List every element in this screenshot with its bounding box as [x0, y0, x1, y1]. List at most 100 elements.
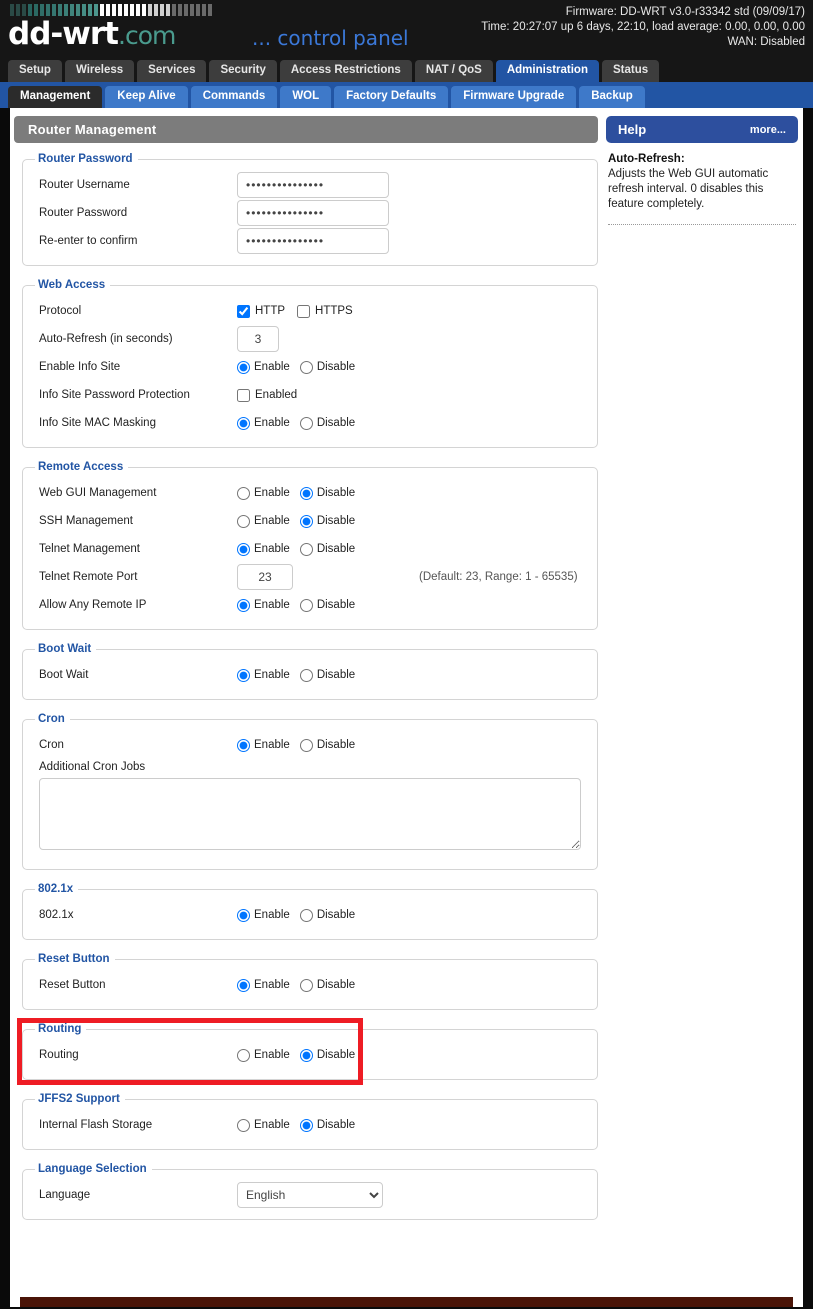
routing-radio-group[interactable]: Enable Disable: [237, 1048, 587, 1062]
router-username-input[interactable]: [237, 172, 389, 198]
macmask-enable-radio[interactable]: [237, 416, 250, 430]
label-router-password: Router Password: [39, 207, 128, 219]
infosite-disable-radio[interactable]: [299, 360, 313, 374]
protocol-https-checkbox[interactable]: [297, 304, 311, 318]
logo-bar-segment: [106, 4, 110, 16]
infosite-enable-option[interactable]: Enable: [237, 360, 290, 374]
secondary-tab-management[interactable]: Management: [8, 86, 103, 108]
secondary-tab-keep-alive[interactable]: Keep Alive: [105, 86, 188, 108]
ssh-enable-radio[interactable]: [237, 514, 250, 528]
label-web-gui-management: Web GUI Management: [39, 487, 157, 499]
allowip-disable-radio[interactable]: [299, 598, 313, 612]
web-gui-radio-group[interactable]: Enable Disable: [237, 486, 587, 500]
secondary-tab-wol[interactable]: WOL: [280, 86, 332, 108]
dot1x-disable-radio[interactable]: [299, 908, 313, 922]
secondary-tab-firmware-upgrade[interactable]: Firmware Upgrade: [451, 86, 577, 108]
help-title: Help: [618, 122, 647, 137]
routing-enable-option[interactable]: Enable: [237, 1048, 290, 1062]
allowip-enable-radio[interactable]: [237, 598, 250, 612]
protocol-http-checkbox[interactable]: [237, 304, 250, 318]
cron-radio-group[interactable]: Enable Disable: [237, 738, 587, 752]
additional-cron-jobs-textarea[interactable]: [39, 778, 581, 850]
dot1x-disable-option[interactable]: Disable: [299, 908, 355, 922]
telnet-port-input[interactable]: [237, 564, 293, 590]
macmask-enable-option[interactable]: Enable: [237, 416, 290, 430]
language-select[interactable]: English: [237, 1182, 383, 1208]
router-password-input[interactable]: [237, 200, 389, 226]
primary-tab-administration[interactable]: Administration: [495, 60, 599, 82]
resetbtn-enable-radio[interactable]: [237, 978, 250, 992]
telnet-disable-option[interactable]: Disable: [299, 542, 355, 556]
webgui-enable-option[interactable]: Enable: [237, 486, 290, 500]
primary-tab-access-restrictions[interactable]: Access Restrictions: [279, 60, 412, 82]
reset-button-radio-group[interactable]: Enable Disable: [237, 978, 587, 992]
ssh-radio-group[interactable]: Enable Disable: [237, 514, 587, 528]
secondary-tab-factory-defaults[interactable]: Factory Defaults: [334, 86, 449, 108]
macmask-disable-label: Disable: [316, 417, 356, 429]
dot1x-enable-option[interactable]: Enable: [237, 908, 290, 922]
macmask-disable-radio[interactable]: [299, 416, 313, 430]
primary-tab-nat-qos[interactable]: NAT / QoS: [414, 60, 493, 82]
routing-disable-radio[interactable]: [299, 1048, 313, 1062]
info-site-password-checkbox[interactable]: [237, 388, 250, 402]
info-site-radio-group[interactable]: Enable Disable: [237, 360, 587, 374]
primary-tab-setup[interactable]: Setup: [8, 60, 62, 82]
webgui-disable-radio[interactable]: [299, 486, 313, 500]
ssh-disable-radio[interactable]: [299, 514, 313, 528]
allow-remote-ip-radio-group[interactable]: Enable Disable: [237, 598, 587, 612]
help-more-link[interactable]: more...: [750, 124, 786, 136]
logo: dd-wrt.com: [8, 4, 212, 53]
telnet-enable-option[interactable]: Enable: [237, 542, 290, 556]
cron-disable-radio[interactable]: [299, 738, 313, 752]
ssh-enable-option[interactable]: Enable: [237, 514, 290, 528]
mac-masking-radio-group[interactable]: Enable Disable: [237, 416, 587, 430]
jffs2-enable-radio[interactable]: [237, 1118, 250, 1132]
secondary-tab-commands[interactable]: Commands: [190, 86, 278, 108]
confirm-password-input[interactable]: [237, 228, 389, 254]
protocol-http-option[interactable]: HTTP: [237, 304, 285, 318]
dot1x-enable-radio[interactable]: [237, 908, 250, 922]
jffs2-enable-option[interactable]: Enable: [237, 1118, 290, 1132]
info-site-password-option[interactable]: Enabled: [237, 388, 297, 402]
cron-enable-option[interactable]: Enable: [237, 738, 290, 752]
macmask-disable-option[interactable]: Disable: [299, 416, 356, 430]
primary-tab-status[interactable]: Status: [601, 60, 660, 82]
resetbtn-disable-radio[interactable]: [299, 978, 313, 992]
routing-disable-option[interactable]: Disable: [299, 1048, 355, 1062]
bootwait-enable-label: Enable: [254, 669, 290, 681]
bootwait-disable-radio[interactable]: [299, 668, 313, 682]
boot-wait-radio-group[interactable]: Enable Disable: [237, 668, 587, 682]
control-panel-subtitle: ... control panel: [252, 26, 409, 50]
allowip-disable-option[interactable]: Disable: [299, 598, 355, 612]
telnet-enable-radio[interactable]: [237, 542, 250, 556]
primary-tab-services[interactable]: Services: [137, 60, 207, 82]
resetbtn-disable-option[interactable]: Disable: [299, 978, 355, 992]
jffs2-disable-radio[interactable]: [299, 1118, 313, 1132]
ssh-disable-option[interactable]: Disable: [299, 514, 355, 528]
telnet-disable-radio[interactable]: [299, 542, 313, 556]
secondary-tab-bar[interactable]: Management Keep Alive Commands WOL Factory D…: [0, 82, 813, 108]
bootwait-disable-option[interactable]: Disable: [299, 668, 355, 682]
jffs2-radio-group[interactable]: Enable Disable: [237, 1118, 587, 1132]
webgui-disable-option[interactable]: Disable: [299, 486, 355, 500]
auto-refresh-input[interactable]: [237, 326, 279, 352]
secondary-tab-backup[interactable]: Backup: [579, 86, 645, 108]
infosite-enable-radio[interactable]: [237, 360, 250, 374]
bootwait-enable-radio[interactable]: [237, 668, 250, 682]
resetbtn-enable-option[interactable]: Enable: [237, 978, 290, 992]
cron-disable-option[interactable]: Disable: [299, 738, 355, 752]
allowip-enable-option[interactable]: Enable: [237, 598, 290, 612]
protocol-https-option[interactable]: HTTPS: [297, 304, 353, 318]
infosite-disable-option[interactable]: Disable: [299, 360, 355, 374]
logo-bar-segment: [58, 4, 62, 16]
dot1x-radio-group[interactable]: Enable Disable: [237, 908, 587, 922]
routing-enable-radio[interactable]: [237, 1048, 250, 1062]
telnet-radio-group[interactable]: Enable Disable: [237, 542, 587, 556]
primary-tab-bar[interactable]: Setup Wireless Services Security Access Rest…: [0, 58, 813, 82]
primary-tab-security[interactable]: Security: [209, 60, 277, 82]
bootwait-enable-option[interactable]: Enable: [237, 668, 290, 682]
jffs2-disable-option[interactable]: Disable: [299, 1118, 355, 1132]
primary-tab-wireless[interactable]: Wireless: [64, 60, 135, 82]
cron-enable-radio[interactable]: [237, 738, 250, 752]
webgui-enable-radio[interactable]: [237, 486, 250, 500]
